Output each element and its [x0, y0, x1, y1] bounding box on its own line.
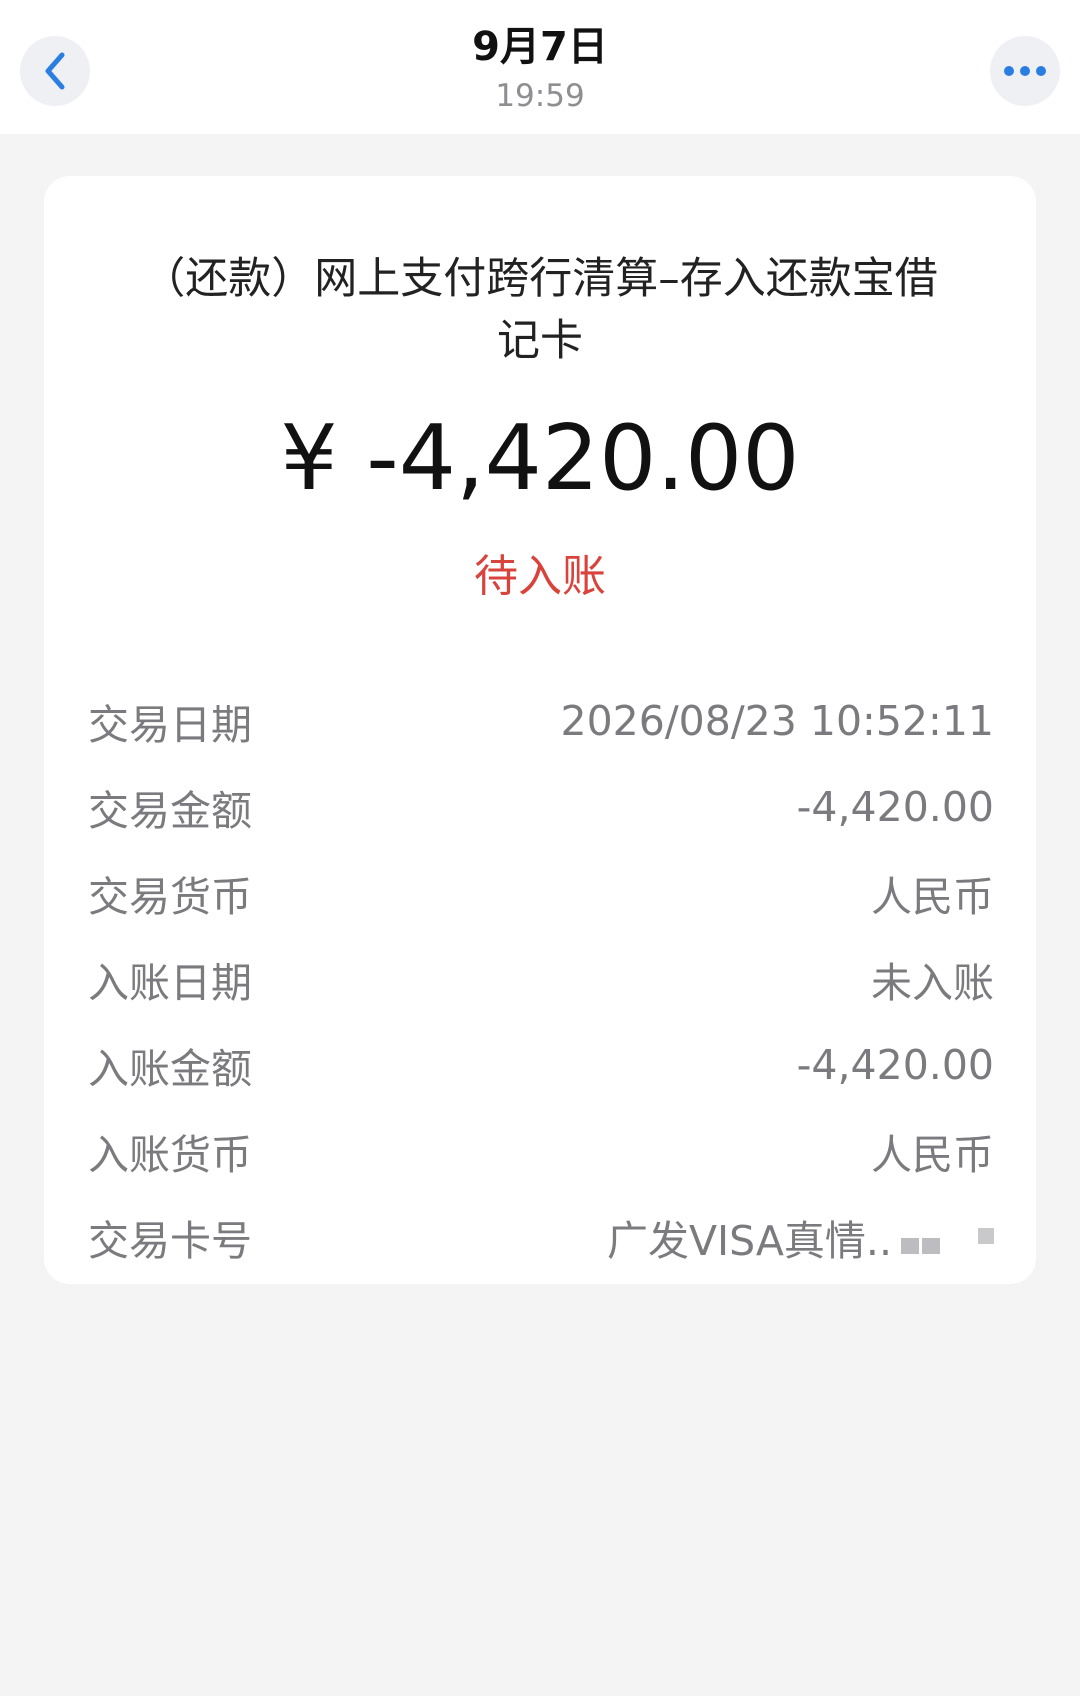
detail-label: 交易日期: [88, 701, 252, 749]
detail-row-transaction-amount: 交易金额 -4,420.00: [88, 764, 994, 850]
detail-value: 2026/08/23 10:52:11: [560, 697, 994, 745]
detail-label: 入账货币: [88, 1131, 252, 1179]
transaction-card: （还款）网上支付跨行清算–存入还款宝借记卡 ¥ -4,420.00 待入账 交易…: [44, 176, 1036, 1284]
detail-row-transaction-currency: 交易货币 人民币: [88, 850, 994, 936]
header-date: 9月7日: [472, 24, 608, 70]
details-list: 交易日期 2026/08/23 10:52:11 交易金额 -4,420.00 …: [88, 678, 994, 1280]
detail-value: 人民币: [871, 1131, 994, 1179]
top-navigation-bar: 9月7日 19:59: [0, 0, 1080, 134]
transaction-description: （还款）网上支付跨行清算–存入还款宝借记卡: [142, 254, 938, 366]
detail-value: 人民币: [871, 873, 994, 921]
detail-label: 入账日期: [88, 959, 252, 1007]
detail-value: -4,420.00: [796, 1041, 994, 1089]
card-name-text: 广发VISA真情..: [606, 1217, 892, 1265]
detail-row-posting-date: 入账日期 未入账: [88, 936, 994, 1022]
detail-row-transaction-date: 交易日期 2026/08/23 10:52:11: [88, 678, 994, 764]
detail-value: -4,420.00: [796, 783, 994, 831]
more-button[interactable]: [990, 36, 1060, 106]
detail-label: 入账金额: [88, 1045, 252, 1093]
detail-label: 交易货币: [88, 873, 252, 921]
detail-row-posting-amount: 入账金额 -4,420.00: [88, 1022, 994, 1108]
detail-row-posting-currency: 入账货币 人民币: [88, 1108, 994, 1194]
card-number-value: 广发VISA真情..: [607, 1207, 994, 1267]
detail-label: 交易金额: [88, 787, 252, 835]
detail-row-card-number[interactable]: 交易卡号 广发VISA真情..: [88, 1194, 994, 1280]
detail-label: 交易卡号: [88, 1217, 252, 1265]
header-time: 19:59: [495, 78, 585, 114]
masked-card-digits: [898, 1220, 994, 1254]
detail-value: 未入账: [871, 959, 994, 1007]
status-badge: 待入账: [474, 551, 606, 602]
transaction-amount: ¥ -4,420.00: [280, 406, 800, 511]
more-horizontal-icon: [1004, 66, 1046, 76]
